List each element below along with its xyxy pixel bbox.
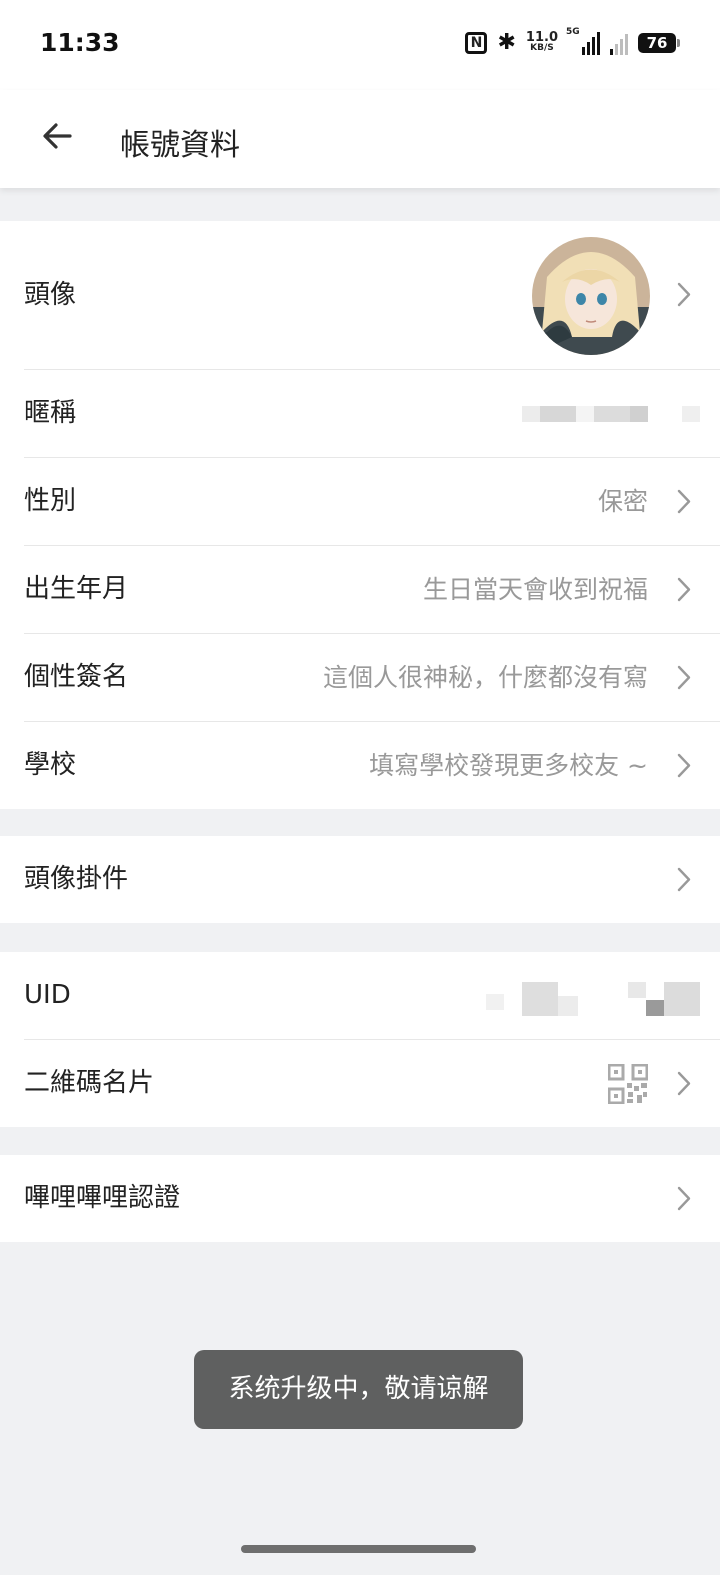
arrow-left-icon[interactable] bbox=[38, 116, 78, 156]
status-icons: N ✱ 11.0 KB/S 5G 76 bbox=[465, 27, 680, 55]
verify-section: 嗶哩嗶哩認證 bbox=[0, 1155, 720, 1242]
avatar-row[interactable]: 頭像 bbox=[24, 221, 720, 370]
profile-section: 頭像 暱稱 性別 保密 出生年月 生日當天會收到祝福 個性簽名 這個人很神秘，什… bbox=[0, 221, 720, 809]
network-type: 5G bbox=[566, 26, 580, 37]
gender-value: 保密 bbox=[597, 487, 648, 516]
gender-label: 性別 bbox=[24, 486, 77, 516]
uid-value-redacted bbox=[486, 982, 700, 1016]
qrcode-card-row[interactable]: 二維碼名片 bbox=[24, 1040, 720, 1127]
avatar-pendant-label: 頭像掛件 bbox=[24, 864, 129, 894]
chevron-right-icon bbox=[677, 489, 691, 514]
bilibili-verify-row[interactable]: 嗶哩嗶哩認證 bbox=[24, 1155, 720, 1242]
signature-row[interactable]: 個性簽名 這個人很神秘，什麼都沒有寫 bbox=[24, 634, 720, 722]
birthday-row[interactable]: 出生年月 生日當天會收到祝福 bbox=[24, 546, 720, 634]
network-speed: 11.0 KB/S bbox=[525, 29, 558, 53]
gender-row[interactable]: 性別 保密 bbox=[24, 458, 720, 546]
school-row[interactable]: 學校 填寫學校發現更多校友 ~ bbox=[24, 722, 720, 809]
page-title: 帳號資料 bbox=[120, 128, 240, 163]
chevron-right-icon bbox=[677, 753, 691, 778]
qr-code-icon bbox=[608, 1064, 648, 1104]
nickname-label: 暱稱 bbox=[24, 398, 77, 428]
qrcode-card-label: 二維碼名片 bbox=[24, 1068, 155, 1098]
pendant-section: 頭像掛件 bbox=[0, 836, 720, 923]
home-indicator[interactable] bbox=[241, 1545, 476, 1553]
bluetooth-icon: ✱ bbox=[497, 30, 516, 55]
chevron-right-icon bbox=[677, 867, 691, 892]
signature-label: 個性簽名 bbox=[24, 662, 129, 692]
chevron-right-icon bbox=[677, 1186, 691, 1211]
avatar-label: 頭像 bbox=[24, 280, 77, 310]
account-section: UID 二維碼名片 bbox=[0, 952, 720, 1127]
uid-label: UID bbox=[24, 980, 71, 1010]
avatar[interactable] bbox=[532, 237, 650, 355]
status-bar: 11:33 N ✱ 11.0 KB/S 5G 76 bbox=[0, 0, 720, 90]
network-speed-value: 11.0 bbox=[525, 29, 558, 45]
chevron-right-icon bbox=[677, 665, 691, 690]
school-label: 學校 bbox=[24, 750, 77, 780]
chevron-right-icon bbox=[677, 577, 691, 602]
nickname-row[interactable]: 暱稱 bbox=[24, 370, 720, 458]
avatar-image bbox=[532, 237, 650, 355]
uid-row[interactable]: UID bbox=[24, 952, 720, 1040]
chevron-right-icon bbox=[677, 1071, 691, 1096]
avatar-pendant-row[interactable]: 頭像掛件 bbox=[24, 836, 720, 923]
nickname-value-redacted bbox=[522, 406, 700, 422]
chevron-right-icon bbox=[677, 282, 691, 307]
toast-message: 系统升级中，敬请谅解 bbox=[194, 1350, 523, 1429]
school-value: 填寫學校發現更多校友 ~ bbox=[369, 751, 648, 780]
bilibili-verify-label: 嗶哩嗶哩認證 bbox=[24, 1183, 181, 1213]
battery-icon: 76 bbox=[638, 32, 680, 53]
birthday-value: 生日當天會收到祝福 bbox=[422, 575, 648, 604]
status-time: 11:33 bbox=[40, 28, 120, 57]
signature-value: 這個人很神秘，什麼都沒有寫 bbox=[322, 663, 648, 692]
signal-sim2-icon bbox=[610, 31, 628, 55]
nav-bar: 帳號資料 bbox=[0, 90, 720, 188]
signal-5g-icon: 5G bbox=[566, 27, 600, 55]
network-speed-unit: KB/S bbox=[530, 42, 554, 53]
birthday-label: 出生年月 bbox=[24, 574, 129, 604]
nfc-icon: N bbox=[465, 31, 488, 54]
